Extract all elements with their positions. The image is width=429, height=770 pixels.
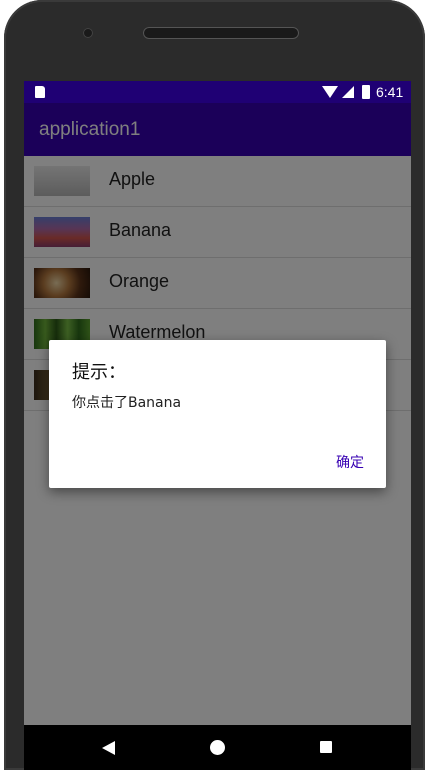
home-icon[interactable] bbox=[210, 740, 225, 755]
alert-dialog: 提示： 你点击了Banana 确定 bbox=[49, 340, 386, 488]
screen: 6:41 application1 Apple Banana Orange Wa… bbox=[24, 81, 411, 770]
sd-card-icon bbox=[35, 86, 45, 98]
status-time: 6:41 bbox=[376, 84, 404, 100]
wifi-icon bbox=[322, 86, 338, 98]
dialog-title: 提示： bbox=[72, 362, 126, 383]
back-icon[interactable] bbox=[102, 741, 115, 755]
recents-icon[interactable] bbox=[320, 741, 332, 753]
battery-icon bbox=[362, 85, 370, 99]
ok-button[interactable]: 确定 bbox=[332, 450, 368, 474]
camera-icon bbox=[83, 28, 93, 38]
navigation-bar bbox=[24, 725, 411, 770]
signal-icon bbox=[342, 86, 354, 98]
speaker-grille bbox=[143, 27, 299, 39]
dialog-message: 你点击了Banana bbox=[72, 395, 182, 411]
status-bar: 6:41 bbox=[24, 81, 411, 103]
